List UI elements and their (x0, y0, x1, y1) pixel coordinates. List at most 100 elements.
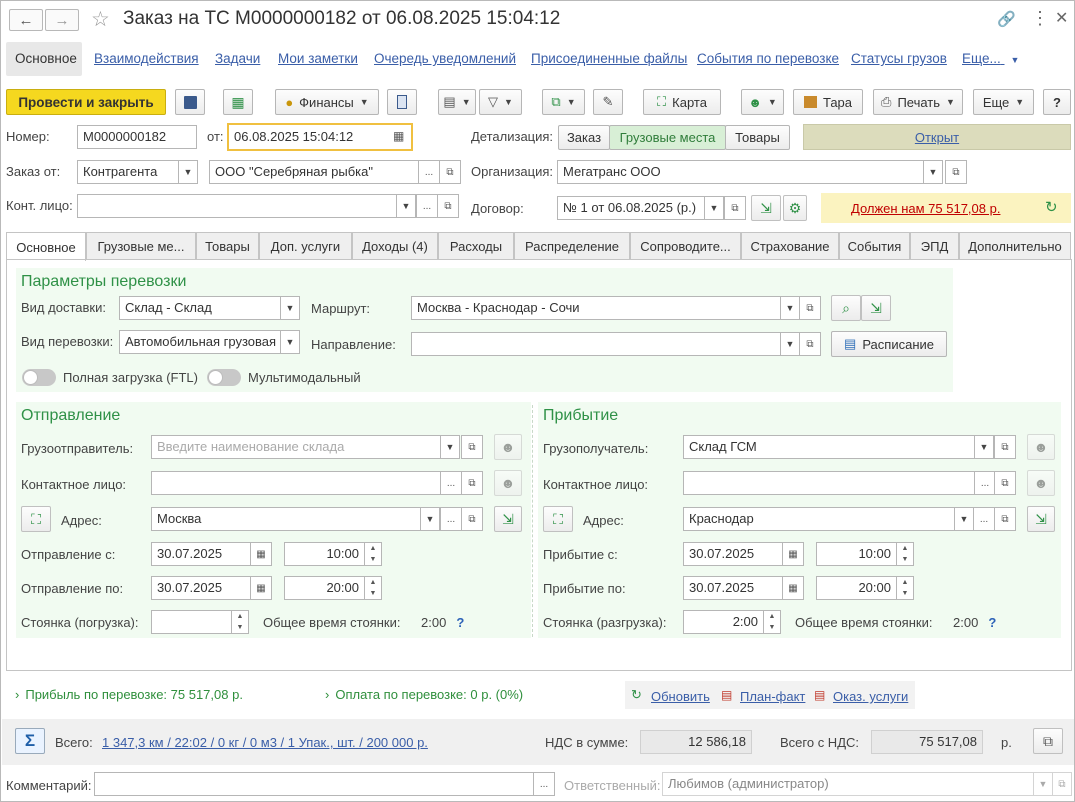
arr-address-field[interactable]: Краснодар (683, 507, 955, 531)
detail-goods-button[interactable]: Товары (725, 125, 790, 150)
organization-dropdown[interactable]: ▼ (923, 160, 943, 184)
top-tab-tasks[interactable]: Задачи (215, 51, 260, 66)
responsible-open-button[interactable]: ⧉ (1052, 772, 1072, 796)
star-icon[interactable]: ☆ (91, 7, 110, 32)
dep-from-calendar-button[interactable]: ▦ (250, 542, 272, 566)
route-field[interactable]: Москва - Краснодар - Сочи (411, 296, 781, 320)
contract-add-button[interactable]: ⇲ (751, 195, 781, 221)
shipper-open-button[interactable]: ⧉ (461, 435, 483, 459)
tab-events[interactable]: События (839, 232, 910, 259)
direction-open-button[interactable]: ⧉ (799, 332, 821, 356)
contact-dropdown[interactable]: ▼ (396, 194, 416, 218)
top-tab-notifications[interactable]: Очередь уведомлений (374, 51, 516, 66)
contract-open-button[interactable]: ⧉ (724, 196, 746, 220)
schedule-button[interactable]: ▤ Расписание (831, 331, 947, 357)
tab-insurance[interactable]: Страхование (741, 232, 839, 259)
delivery-field[interactable]: Склад - Склад (119, 296, 281, 320)
arr-to-calendar-button[interactable]: ▦ (782, 576, 804, 600)
top-tab-more[interactable]: Еще... ▼ (962, 51, 1019, 66)
organization-field[interactable]: Мегатранс ООО (557, 160, 924, 184)
services-link[interactable]: Оказ. услуги (833, 689, 908, 704)
arr-contact-field[interactable] (683, 471, 975, 495)
arr-stay-field[interactable]: 2:00 (683, 610, 764, 634)
planfact-link[interactable]: План-факт (740, 689, 805, 704)
direction-field[interactable] (411, 332, 781, 356)
contract-field[interactable]: № 1 от 06.08.2025 (р.) (557, 196, 705, 220)
debt-link[interactable]: Должен нам 75 517,08 р. (851, 201, 1000, 216)
dep-from-time-spinner[interactable]: ▲ ▼ (364, 542, 382, 566)
users-button[interactable]: ☻ ▼ (741, 89, 784, 115)
contact-open-button[interactable]: ⧉ (437, 194, 459, 218)
order-from-type-dropdown[interactable]: ▼ (178, 160, 198, 184)
map-button[interactable]: ⛶ Карта (643, 89, 721, 115)
tab-services[interactable]: Доп. услуги (259, 232, 352, 259)
dep-to-calendar-button[interactable]: ▦ (250, 576, 272, 600)
route-open-button[interactable]: ⧉ (799, 296, 821, 320)
dep-stay-spinner[interactable]: ▲ ▼ (231, 610, 249, 634)
dep-address-select-button[interactable]: ... (440, 507, 462, 531)
transport-dropdown[interactable]: ▼ (280, 330, 300, 354)
dep-contact-open-button[interactable]: ⧉ (461, 471, 483, 495)
multimodal-toggle[interactable] (207, 369, 241, 386)
contract-dropdown[interactable]: ▼ (704, 196, 724, 220)
menu-icon[interactable]: ⋮ (1031, 8, 1049, 29)
tab-additional[interactable]: Дополнительно (959, 232, 1071, 259)
arr-address-map-button[interactable]: ⛶ (543, 506, 573, 532)
comment-expand-button[interactable]: ... (533, 772, 555, 796)
arr-from-time-field[interactable]: 10:00 (816, 542, 897, 566)
consignee-add-contact-button[interactable]: ☻ (1027, 434, 1055, 460)
responsible-field[interactable]: Любимов (администратор) (662, 772, 1034, 796)
forward-button[interactable]: → (45, 9, 79, 31)
post-close-button[interactable]: Провести и закрыть (6, 89, 166, 115)
dep-to-time-field[interactable]: 20:00 (284, 576, 365, 600)
arr-address-add-button[interactable]: ⇲ (1027, 506, 1055, 532)
dep-help-icon[interactable]: ? (456, 615, 464, 630)
total-value-link[interactable]: 1 347,3 км / 22:02 / 0 кг / 0 м3 / 1 Упа… (102, 735, 428, 750)
consignee-dropdown[interactable]: ▼ (974, 435, 994, 459)
shipper-field[interactable]: Введите наименование склада (151, 435, 441, 459)
calculator-button[interactable] (387, 89, 417, 115)
tab-main[interactable]: Основное (6, 232, 86, 261)
consignee-field[interactable]: Склад ГСМ (683, 435, 975, 459)
tara-button[interactable]: Тара (793, 89, 863, 115)
tab-expenses[interactable]: Расходы (438, 232, 514, 259)
link-icon[interactable]: 🔗 (997, 10, 1016, 28)
dep-contact-select-button[interactable]: ... (440, 471, 462, 495)
tab-income[interactable]: Доходы (4) (352, 232, 438, 259)
arr-address-open-button[interactable]: ⧉ (994, 507, 1016, 531)
arr-stay-spinner[interactable]: ▲ ▼ (763, 610, 781, 634)
dep-address-map-button[interactable]: ⛶ (21, 506, 51, 532)
finance-button[interactable]: ● Финансы ▼ (275, 89, 379, 115)
tab-goods[interactable]: Товары (196, 232, 259, 259)
arr-to-date-field[interactable]: 30.07.2025 (683, 576, 783, 600)
calendar-icon[interactable]: ▦ (393, 129, 404, 143)
arr-from-date-field[interactable]: 30.07.2025 (683, 542, 783, 566)
arr-help-icon[interactable]: ? (988, 615, 996, 630)
organization-open-button[interactable]: ⧉ (945, 160, 967, 184)
direction-dropdown[interactable]: ▼ (780, 332, 800, 356)
dep-from-date-field[interactable]: 30.07.2025 (151, 542, 251, 566)
tab-accompanying[interactable]: Сопроводите... (630, 232, 741, 259)
top-tab-main[interactable]: Основное (15, 51, 77, 66)
close-icon[interactable]: ✕ (1055, 8, 1068, 28)
contact-field[interactable] (77, 194, 397, 218)
copy-docs-button[interactable]: ⧉ ▼ (542, 89, 585, 115)
save-button[interactable] (175, 89, 205, 115)
top-tab-files[interactable]: Присоединенные файлы (531, 51, 687, 66)
arr-contact-select-button[interactable]: ... (974, 471, 996, 495)
dep-to-date-field[interactable]: 30.07.2025 (151, 576, 251, 600)
profit-expander[interactable]: › Прибыль по перевозке: 75 517,08 р. (15, 687, 243, 702)
dep-stay-field[interactable] (151, 610, 232, 634)
responsible-dropdown[interactable]: ▼ (1033, 772, 1053, 796)
post-button[interactable]: ▦ (223, 89, 253, 115)
consignee-open-button[interactable]: ⧉ (994, 435, 1016, 459)
counterparty-select-button[interactable]: ... (418, 160, 440, 184)
delivery-dropdown[interactable]: ▼ (280, 296, 300, 320)
route-dropdown[interactable]: ▼ (780, 296, 800, 320)
counterparty-open-button[interactable]: ⧉ (439, 160, 461, 184)
counterparty-field[interactable]: ООО "Серебряная рыбка" (209, 160, 419, 184)
edit-list-button[interactable]: ✎ (593, 89, 623, 115)
dep-to-time-spinner[interactable]: ▲ ▼ (364, 576, 382, 600)
order-from-type-field[interactable]: Контрагента (77, 160, 179, 184)
dep-address-dropdown[interactable]: ▼ (420, 507, 440, 531)
